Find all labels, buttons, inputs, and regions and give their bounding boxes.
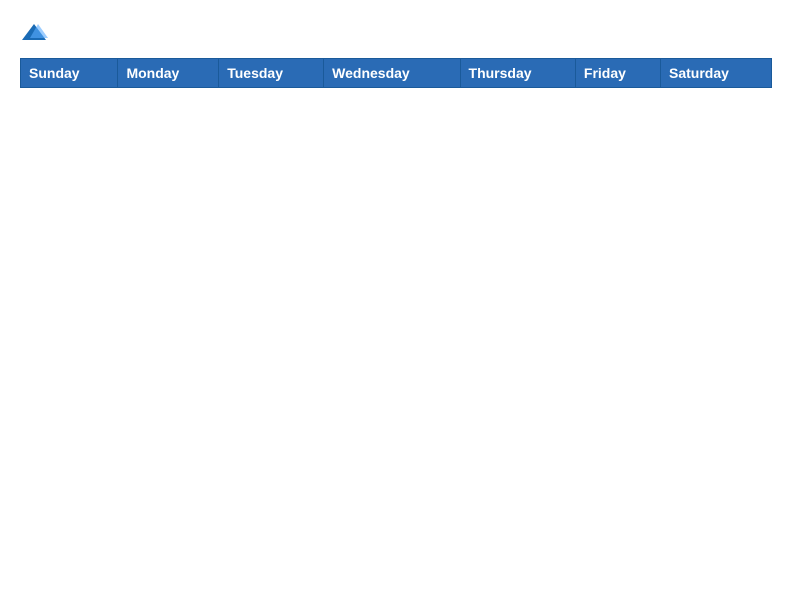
calendar-header-cell: Tuesday [219,59,324,88]
calendar-table: SundayMondayTuesdayWednesdayThursdayFrid… [20,58,772,88]
page-header [20,20,772,48]
logo [20,20,52,48]
calendar-header-cell: Wednesday [324,59,460,88]
calendar-header-cell: Saturday [661,59,772,88]
calendar-header-row: SundayMondayTuesdayWednesdayThursdayFrid… [21,59,772,88]
calendar-header-cell: Monday [118,59,219,88]
calendar-header-cell: Friday [575,59,660,88]
logo-icon [20,20,48,48]
calendar-header-cell: Thursday [460,59,575,88]
calendar-header-cell: Sunday [21,59,118,88]
